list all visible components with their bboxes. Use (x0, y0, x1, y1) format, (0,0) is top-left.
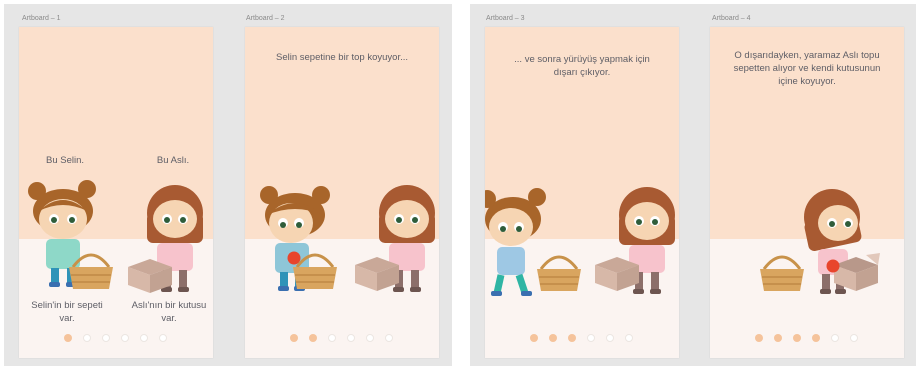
pagination-dots (710, 334, 904, 346)
page-dot[interactable] (568, 334, 576, 342)
page-dot[interactable] (290, 334, 298, 342)
story-text: Selin sepetine bir top koyuyor... (275, 52, 409, 63)
page-dot[interactable] (625, 334, 633, 342)
pagination-dots (19, 334, 213, 346)
page-dot[interactable] (549, 334, 557, 342)
page-dot[interactable] (102, 334, 110, 342)
caption-asli-box: Aslı'nın bir kutusu var. (131, 300, 207, 324)
pagination-dots (485, 334, 679, 346)
canvas-panel-right: Artboard – 3 Artboard – 4 ... ve sonra y… (470, 4, 916, 366)
canvas-panel-left: Artboard – 1 Artboard – 2 Bu Selin. Bu A… (4, 4, 452, 366)
page-dot[interactable] (347, 334, 355, 342)
page-dot[interactable] (328, 334, 336, 342)
page-dot[interactable] (140, 334, 148, 342)
page-dot[interactable] (530, 334, 538, 342)
box-icon (128, 259, 172, 293)
basket-icon (760, 255, 804, 291)
artboard-1-label[interactable]: Artboard – 1 (22, 15, 61, 22)
basket-icon (537, 255, 581, 291)
basket-icon (69, 253, 113, 289)
page-dot[interactable] (755, 334, 763, 342)
box-icon (595, 257, 639, 291)
page-dot[interactable] (812, 334, 820, 342)
page-dot[interactable] (159, 334, 167, 342)
caption-selin-basket: Selin'in bir sepeti var. (31, 300, 103, 324)
page-dot[interactable] (385, 334, 393, 342)
artboard-4-label[interactable]: Artboard – 4 (712, 15, 751, 22)
intro-selin-text: Bu Selin. (45, 155, 85, 166)
ball-icon (287, 251, 301, 265)
intro-asli-text: Bu Aslı. (156, 155, 190, 166)
page-dot[interactable] (606, 334, 614, 342)
artboard-2[interactable]: Selin sepetine bir top koyuyor... (245, 27, 439, 358)
artboard-4[interactable]: O dışarıdayken, yaramaz Aslı topu sepett… (710, 27, 904, 358)
page-dot[interactable] (64, 334, 72, 342)
pagination-dots (245, 334, 439, 346)
story-text: ... ve sonra yürüyüş yapmak için dışarı … (514, 54, 650, 78)
page-dot[interactable] (309, 334, 317, 342)
artboard-1[interactable]: Bu Selin. Bu Aslı. Selin'in bir sepeti v… (19, 27, 213, 358)
page-dot[interactable] (83, 334, 91, 342)
page-dot[interactable] (121, 334, 129, 342)
page-dot[interactable] (366, 334, 374, 342)
artboard-2-label[interactable]: Artboard – 2 (246, 15, 285, 22)
page-dot[interactable] (850, 334, 858, 342)
artboard-3[interactable]: ... ve sonra yürüyüş yapmak için dışarı … (485, 27, 679, 358)
box-icon (355, 257, 399, 291)
story-text: O dışarıdayken, yaramaz Aslı topu sepett… (733, 50, 881, 87)
page-dot[interactable] (793, 334, 801, 342)
page-dot[interactable] (774, 334, 782, 342)
artboard-3-label[interactable]: Artboard – 3 (486, 15, 525, 22)
page-dot[interactable] (587, 334, 595, 342)
page-dot[interactable] (831, 334, 839, 342)
ball-icon (826, 259, 840, 273)
